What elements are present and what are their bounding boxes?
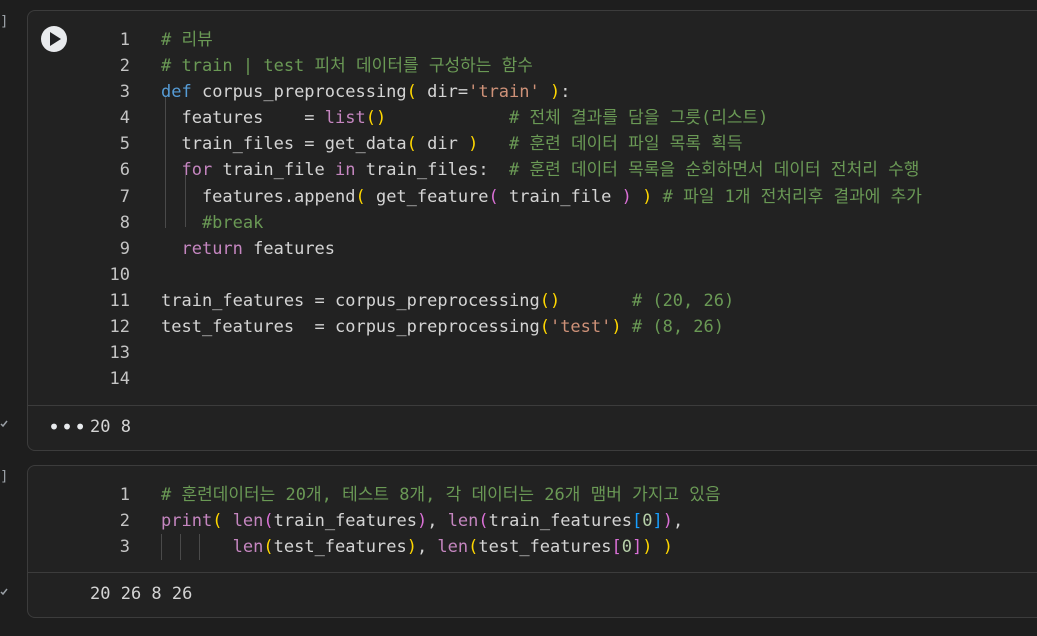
line-number: 5 bbox=[119, 134, 130, 155]
check-icon bbox=[0, 420, 8, 428]
code-line: 3 def corpus_preprocessing( dir='train' )… bbox=[28, 79, 1037, 105]
line-number: 11 bbox=[109, 290, 130, 311]
line-number: 13 bbox=[109, 343, 130, 364]
cell-output: 20 26 8 26 bbox=[28, 572, 1037, 619]
code-text: for train_file in train_files: # 훈련 데이터 … bbox=[181, 160, 920, 181]
output-menu-icon[interactable]: ••• bbox=[48, 417, 87, 437]
line-number: 2 bbox=[119, 56, 130, 77]
code-line: 4 features = list() # 전체 결과를 담을 그릇(리스트) bbox=[28, 105, 1037, 131]
line-number: 1 bbox=[119, 30, 130, 50]
code-text: # 리뷰 bbox=[161, 30, 213, 50]
line-number: 9 bbox=[119, 238, 130, 259]
code-text: print( len(train_features), len(train_fe… bbox=[161, 511, 684, 532]
code-line: 8 #break bbox=[28, 210, 1037, 236]
cell-output: ••• 20 8 bbox=[28, 405, 1037, 452]
line-number: 8 bbox=[119, 212, 130, 233]
code-line: 11 train_features = corpus_preprocessing(… bbox=[28, 288, 1037, 314]
code-text: def corpus_preprocessing( dir='train' ): bbox=[161, 82, 571, 103]
code-line: 1 # 훈련데이터는 20개, 테스트 8개, 각 데이터는 26개 맴버 가지고… bbox=[28, 482, 1037, 508]
line-number: 6 bbox=[119, 160, 130, 181]
code-text: features.append( get_feature( train_file… bbox=[161, 186, 922, 207]
code-text: #break bbox=[161, 212, 264, 233]
code-line: 5 train_files = get_data( dir ) # 훈련 데이터… bbox=[28, 131, 1037, 157]
line-number: 7 bbox=[119, 186, 130, 207]
code-line: 14 bbox=[28, 366, 1037, 392]
code-line: 12 test_features = corpus_preprocessing('… bbox=[28, 314, 1037, 340]
code-text: train_files = get_data( dir ) # 훈련 데이터 파… bbox=[161, 134, 743, 155]
code-line: 1 # 리뷰 bbox=[28, 27, 1037, 53]
code-text: return features bbox=[181, 238, 336, 259]
output-text: 20 26 8 26 bbox=[90, 584, 193, 604]
cell-gutter-bracket: ] bbox=[0, 469, 9, 485]
line-number: 4 bbox=[119, 108, 130, 129]
code-line: 2 # train | test 피처 데이터를 구성하는 함수 bbox=[28, 53, 1037, 79]
code-editor[interactable]: 1 # 훈련데이터는 20개, 테스트 8개, 각 데이터는 26개 맴버 가지고… bbox=[28, 482, 1037, 560]
code-line: 9 return features bbox=[28, 236, 1037, 262]
line-number: 10 bbox=[109, 264, 130, 285]
line-number: 3 bbox=[119, 537, 130, 558]
cell-gutter-bracket: ] bbox=[0, 14, 9, 30]
code-text: train_features = corpus_preprocessing() … bbox=[161, 290, 735, 311]
code-cell-2[interactable]: 1 # 훈련데이터는 20개, 테스트 8개, 각 데이터는 26개 맴버 가지고… bbox=[27, 465, 1037, 618]
notebook-page: ] ] 1 # 리뷰 2 # train | test 피처 데이터를 구성하는 함… bbox=[0, 0, 1037, 636]
code-line: 3 len(test_features), len(test_features[… bbox=[28, 534, 1037, 560]
code-line: 13 bbox=[28, 340, 1037, 366]
line-number: 1 bbox=[119, 485, 130, 505]
line-number: 3 bbox=[119, 82, 130, 103]
code-text: len(test_features), len(test_features[0]… bbox=[232, 537, 673, 558]
output-text: 20 8 bbox=[90, 417, 131, 437]
code-line: 2 print( len(train_features), len(train_f… bbox=[28, 508, 1037, 534]
code-editor[interactable]: 1 # 리뷰 2 # train | test 피처 데이터를 구성하는 함수 3 d… bbox=[28, 27, 1037, 392]
code-cell-1[interactable]: 1 # 리뷰 2 # train | test 피처 데이터를 구성하는 함수 3 d… bbox=[27, 10, 1037, 451]
code-text: # 훈련데이터는 20개, 테스트 8개, 각 데이터는 26개 맴버 가지고 … bbox=[161, 485, 721, 505]
code-text: features = list() # 전체 결과를 담을 그릇(리스트) bbox=[161, 108, 769, 129]
code-text: # train | test 피처 데이터를 구성하는 함수 bbox=[161, 56, 533, 77]
code-text: test_features = corpus_preprocessing('te… bbox=[161, 317, 724, 338]
code-line: 10 bbox=[28, 262, 1037, 288]
code-line: 6 for train_file in train_files: # 훈련 데이… bbox=[28, 157, 1037, 183]
line-number: 14 bbox=[109, 369, 130, 390]
line-number: 12 bbox=[109, 317, 130, 338]
check-icon bbox=[0, 588, 8, 596]
code-line: 7 features.append( get_feature( train_fi… bbox=[28, 184, 1037, 210]
line-number: 2 bbox=[119, 511, 130, 532]
